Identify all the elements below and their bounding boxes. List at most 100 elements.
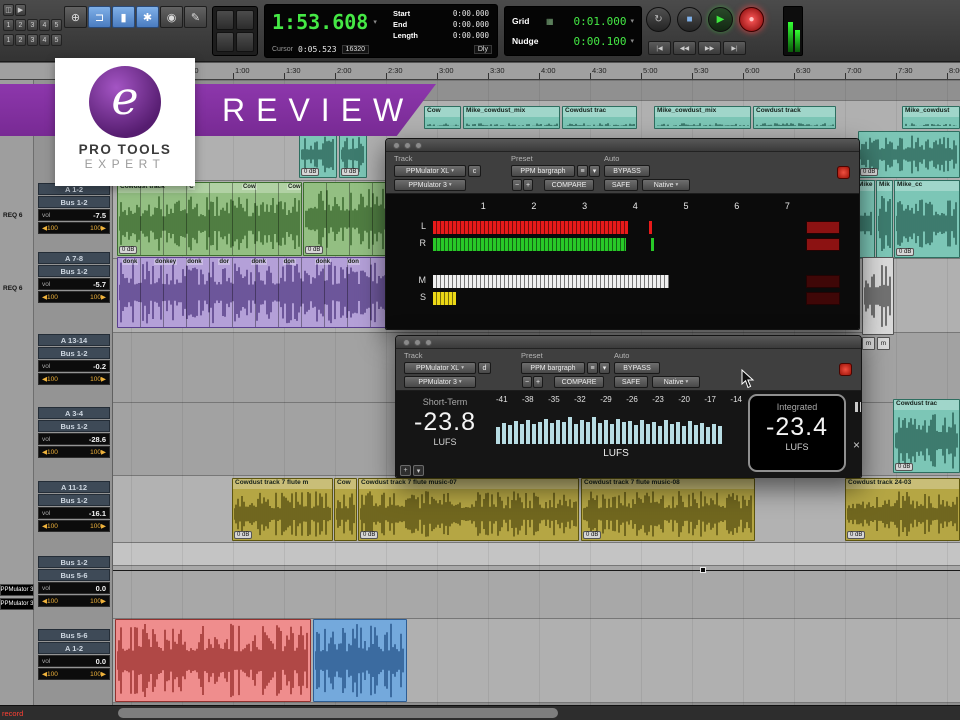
output-selector[interactable]: A 3-4 [38,407,110,419]
grid-setting[interactable]: Grid ▦ 0:01.000 ▾ [512,15,634,28]
volume-display[interactable]: vol -0.2 [38,360,110,372]
bus-selector[interactable]: A 1-2 [38,642,110,654]
overload-indicator[interactable] [806,292,840,305]
chevron-down-icon[interactable]: ▾ [630,17,634,25]
pan-display[interactable]: ◀100 100▶ [38,520,110,532]
go-to-end-button[interactable]: ▶| [723,41,746,55]
mode-button[interactable] [216,32,234,52]
fast-forward-button[interactable]: ▶▶ [698,41,721,55]
bus-selector[interactable]: Bus 1-2 [38,494,110,506]
main-counter-display[interactable]: 1:53.608 [272,10,368,34]
safe-button[interactable]: SAFE [614,376,648,388]
compare-button[interactable]: COMPARE [554,376,604,388]
ppm-meter-plugin-window[interactable]: Track Preset Auto PPMulator XL ▾ c PPM bargrap… [385,138,860,330]
trim-tool-button[interactable]: ⊐ [88,6,111,28]
nudge-setting[interactable]: Nudge 0:00.100 ▾ [512,35,634,48]
librarian-menu-button[interactable]: ≡ [587,362,598,374]
zoom-preset-5[interactable]: 5 [51,19,62,31]
window-control-button[interactable] [404,141,411,149]
chevron-down-icon[interactable]: ▾ [373,18,377,26]
rewind-button[interactable]: ◀◀ [673,41,696,55]
volume-display[interactable]: vol 0.0 [38,582,110,594]
mode-button[interactable] [236,10,254,30]
zoom-preset-alt-1[interactable]: 1 [3,34,14,46]
plugin-titlebar[interactable] [396,336,861,349]
pan-display[interactable]: ◀100 100▶ [38,668,110,680]
close-button[interactable]: × [853,439,860,451]
zoom-preset-4[interactable]: 4 [39,19,50,31]
bus-selector[interactable]: Bus 1-2 [38,265,110,277]
overload-indicator[interactable] [806,238,840,251]
lufs-meter-plugin-window[interactable]: Track Preset Auto PPMulator XL ▾ d PPM bargrap… [395,335,862,478]
automation-breakpoint[interactable] [700,567,706,573]
pause-button[interactable] [853,401,861,413]
play-icon[interactable]: ▶ [15,4,26,16]
preset-selector[interactable]: PPM bargraph [511,165,575,177]
insert-slot-label[interactable]: PPMulator 3 [0,598,34,610]
scrub-tool-button[interactable]: ◉ [160,6,183,28]
horizontal-scrollbar[interactable] [118,708,558,718]
grab-tool-button[interactable]: ✱ [136,6,159,28]
record-button[interactable]: ● [739,7,764,32]
plugin-titlebar[interactable] [386,139,859,152]
automation-line[interactable] [113,570,960,571]
mode-button[interactable] [216,10,234,30]
safe-button[interactable]: SAFE [604,179,638,191]
compare-plus-button[interactable]: + [533,376,543,388]
compare-plus-button[interactable]: + [523,179,533,191]
zoom-preset-alt-5[interactable]: 5 [51,34,62,46]
bypass-button[interactable]: BYPASS [614,362,660,374]
volume-display[interactable]: vol -5.7 [38,278,110,290]
volume-display[interactable]: vol -28.6 [38,433,110,445]
compare-minus-button[interactable]: − [512,179,522,191]
zoom-preset-alt-3[interactable]: 3 [27,34,38,46]
processing-mode-selector[interactable]: Native ▾ [642,179,690,191]
output-selector[interactable]: A 11-12 [38,481,110,493]
window-control-button[interactable] [403,338,410,346]
compare-button[interactable]: COMPARE [544,179,594,191]
select-tool-button[interactable]: ▮ [112,6,135,28]
target-button[interactable] [837,166,850,179]
window-control-button[interactable] [425,338,432,346]
overload-indicator[interactable] [806,275,840,288]
output-selector[interactable]: Bus 1-2 [38,556,110,568]
play-button[interactable]: ▶ [708,7,733,32]
chevron-down-icon[interactable]: ▾ [630,37,634,45]
overload-indicator[interactable] [806,221,840,234]
pan-display[interactable]: ◀100 100▶ [38,291,110,303]
zoom-preset-1[interactable]: 1 [3,19,14,31]
plugin-selector[interactable]: PPMulator 3 ▾ [404,376,476,388]
bus-selector[interactable]: Bus 1-2 [38,420,110,432]
stop-button[interactable]: ■ [677,7,702,32]
pan-display[interactable]: ◀100 100▶ [38,446,110,458]
options-button[interactable]: ▾ [413,465,424,476]
preset-selector[interactable]: PPM bargraph [521,362,585,374]
zoom-preset-alt-2[interactable]: 2 [15,34,26,46]
window-control-button[interactable] [414,338,421,346]
online-button[interactable]: ↻ [646,7,671,32]
target-button[interactable] [839,363,852,376]
bypass-button[interactable]: BYPASS [604,165,650,177]
mode-button[interactable] [236,32,254,52]
bus-selector[interactable]: Bus 1-2 [38,196,110,208]
start-field[interactable]: Start 0:00.000 [393,8,489,19]
settings-menu-button[interactable]: ▾ [599,362,610,374]
volume-display[interactable]: vol -16.1 [38,507,110,519]
return-to-zero-button[interactable]: |◀ [648,41,671,55]
insert-slot-button[interactable]: d [478,362,491,374]
pencil-tool-button[interactable]: ✎ [184,6,207,28]
zoom-preset-2[interactable]: 2 [15,19,26,31]
pan-display[interactable]: ◀100 100▶ [38,595,110,607]
delay-indicator[interactable]: Dly [473,45,492,54]
bus-selector[interactable]: Bus 5-6 [38,569,110,581]
output-selector[interactable]: A 7-8 [38,252,110,264]
zoom-tool-button[interactable]: ⊕ [64,6,87,28]
settings-menu-button[interactable]: ▾ [589,165,600,177]
processing-mode-selector[interactable]: Native ▾ [652,376,700,388]
bus-selector[interactable]: Bus 1-2 [38,347,110,359]
insert-selector[interactable]: PPMulator XL ▾ [394,165,466,177]
compare-minus-button[interactable]: − [522,376,532,388]
end-field[interactable]: End 0:00.000 [393,19,489,30]
window-control-button[interactable] [415,141,422,149]
pan-display[interactable]: ◀100 100▶ [38,373,110,385]
